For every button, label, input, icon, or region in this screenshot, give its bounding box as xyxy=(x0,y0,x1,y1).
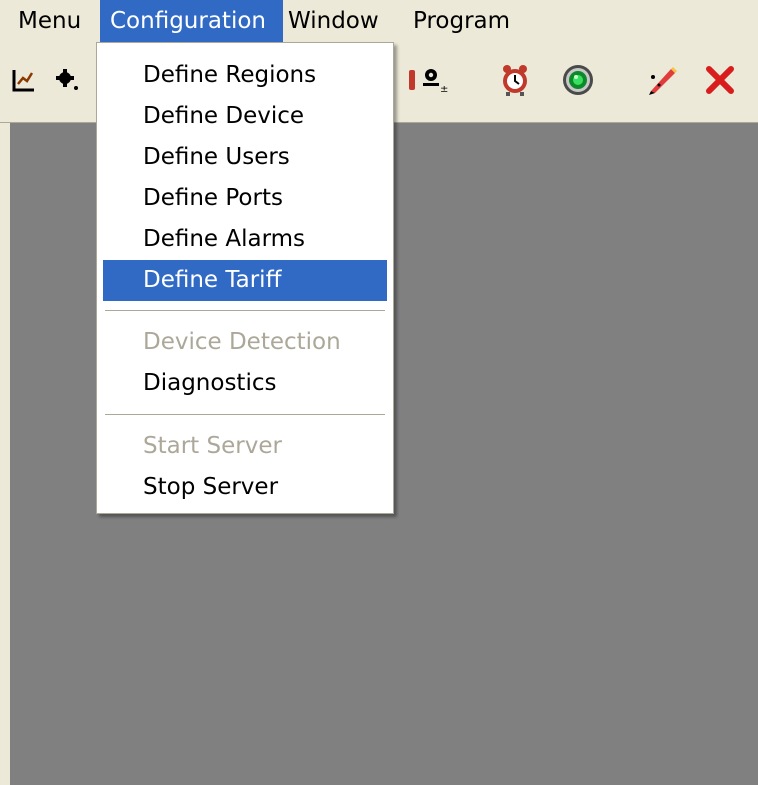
menu-item-define-alarms[interactable]: Define Alarms xyxy=(103,219,387,260)
menu-program[interactable]: Program xyxy=(409,0,514,42)
menu-menu[interactable]: Menu xyxy=(14,0,85,42)
edit-pencil-icon[interactable] xyxy=(642,60,682,100)
menu-item-device-detection: Device Detection xyxy=(143,329,341,355)
menu-item-diagnostics[interactable]: Diagnostics xyxy=(103,363,387,404)
green-target-icon[interactable] xyxy=(558,60,598,100)
menu-item-define-tariff[interactable]: Define Tariff xyxy=(103,260,387,301)
menu-item-stop-server[interactable]: Stop Server xyxy=(103,467,387,508)
menu-separator xyxy=(105,414,385,416)
configuration-dropdown: Define Regions Define Device Define User… xyxy=(96,42,394,514)
menu-item-define-ports[interactable]: Define Ports xyxy=(103,178,387,219)
menu-item-define-regions[interactable]: Define Regions xyxy=(103,55,387,96)
user-add-icon[interactable]: ± xyxy=(414,60,454,100)
gear-icon[interactable] xyxy=(48,60,88,100)
menu-configuration[interactable]: Configuration xyxy=(100,0,283,42)
menubar: Menu Configuration Window Program xyxy=(0,0,758,42)
menu-item-define-users[interactable]: Define Users xyxy=(103,137,387,178)
menu-window[interactable]: Window xyxy=(284,0,383,42)
graph-icon[interactable] xyxy=(4,60,44,100)
alarm-clock-icon[interactable] xyxy=(495,60,535,100)
menu-item-start-server: Start Server xyxy=(143,433,282,459)
menu-item-define-device[interactable]: Define Device xyxy=(103,96,387,137)
menu-separator xyxy=(105,310,385,312)
close-x-icon[interactable] xyxy=(700,60,740,100)
svg-text:±: ± xyxy=(440,84,448,95)
